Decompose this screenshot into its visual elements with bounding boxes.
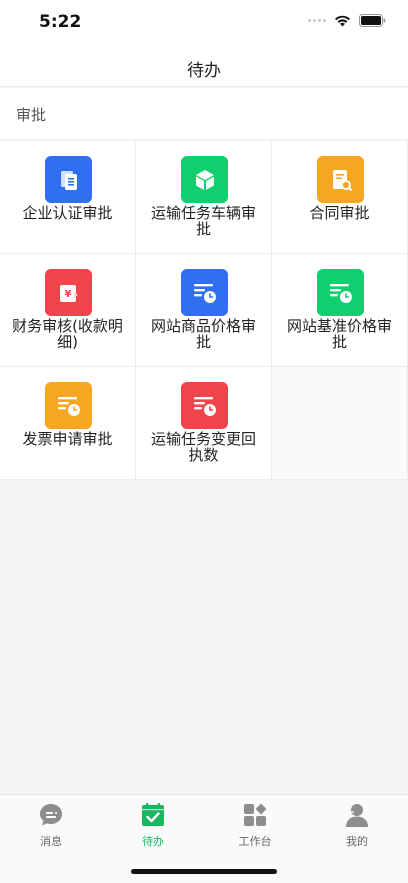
grid-item-label: 合同审批 bbox=[309, 204, 370, 222]
page-title: 待办 bbox=[187, 61, 221, 81]
section-title: 审批 bbox=[16, 106, 47, 124]
grid-item-label: 网站商品价格审批 bbox=[150, 317, 256, 351]
status-icons bbox=[308, 14, 386, 27]
tab-label: 我的 bbox=[346, 835, 368, 848]
tab-profile[interactable]: 我的 bbox=[306, 795, 408, 883]
grid-item-site-product-price[interactable]: 网站商品价格审批 bbox=[136, 254, 272, 367]
grid-item-transport-change-receipt[interactable]: 运输任务变更回执数 bbox=[136, 367, 272, 480]
grid-apps-icon bbox=[244, 803, 267, 826]
home-indicator bbox=[131, 869, 277, 874]
grid-item-contract[interactable]: 合同审批 bbox=[272, 141, 408, 254]
list-clock-icon bbox=[181, 269, 228, 316]
tab-label: 消息 bbox=[40, 835, 62, 848]
grid-item-label: 企业认证审批 bbox=[22, 204, 113, 222]
document-icon bbox=[45, 156, 92, 203]
tab-messages[interactable]: 消息 bbox=[0, 795, 102, 883]
grid-item-transport-vehicle[interactable]: 运输任务车辆审批 bbox=[136, 141, 272, 254]
approval-grid: 企业认证审批 运输任务车辆审批 合同审批 ¥ 财务审核(收款明细) 网站商品价格… bbox=[0, 141, 408, 480]
tab-label: 工作台 bbox=[238, 835, 272, 848]
grid-item-site-base-price[interactable]: 网站基准价格审批 bbox=[272, 254, 408, 367]
list-clock-icon bbox=[317, 269, 364, 316]
chat-bubble-icon bbox=[40, 804, 62, 826]
grid-empty-cell bbox=[272, 367, 408, 480]
svg-text:¥: ¥ bbox=[64, 289, 71, 300]
battery-icon bbox=[359, 14, 386, 27]
status-bar: 5:22 bbox=[0, 0, 408, 44]
section-header: 审批 bbox=[0, 88, 408, 140]
grid-item-finance-review[interactable]: ¥ 财务审核(收款明细) bbox=[0, 254, 136, 367]
grid-item-invoice-request[interactable]: 发票申请审批 bbox=[0, 367, 136, 480]
contract-search-icon bbox=[317, 156, 364, 203]
nav-bar: 待办 bbox=[0, 44, 408, 87]
box-icon bbox=[181, 156, 228, 203]
list-clock-icon bbox=[181, 382, 228, 429]
wifi-icon bbox=[335, 15, 350, 27]
user-icon bbox=[346, 804, 368, 827]
yuan-receipt-icon: ¥ bbox=[45, 269, 92, 316]
grid-item-label: 网站基准价格审批 bbox=[286, 317, 392, 351]
grid-item-label: 运输任务变更回执数 bbox=[150, 430, 256, 464]
calendar-check-icon bbox=[142, 803, 164, 826]
grid-item-label: 财务审核(收款明细) bbox=[12, 317, 123, 351]
status-time: 5:22 bbox=[39, 12, 82, 32]
grid-item-enterprise-cert[interactable]: 企业认证审批 bbox=[0, 141, 136, 254]
grid-item-label: 发票申请审批 bbox=[22, 430, 113, 448]
grid-item-label: 运输任务车辆审批 bbox=[150, 204, 256, 238]
list-clock-icon bbox=[45, 382, 92, 429]
cellular-signal-icon bbox=[308, 19, 326, 22]
tab-label: 待办 bbox=[142, 835, 164, 848]
